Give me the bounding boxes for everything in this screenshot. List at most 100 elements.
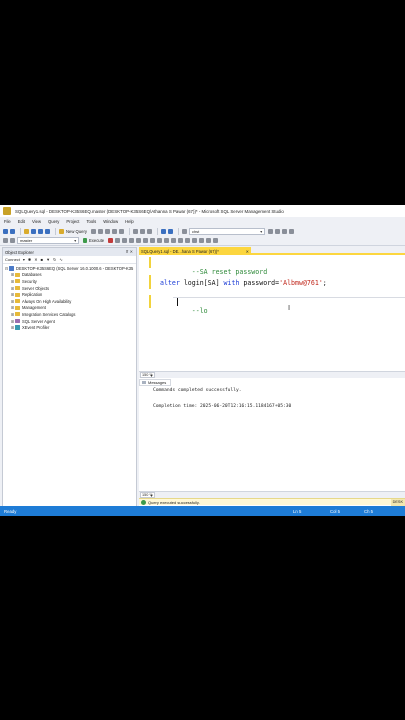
menu-project[interactable]: Project (66, 219, 79, 224)
increase-indent-icon[interactable] (206, 238, 212, 243)
analysis-query-icon[interactable] (97, 228, 103, 234)
tab-messages[interactable]: Messages (139, 379, 171, 386)
tab-sqlquery1[interactable]: SQLQuery1.sql - DE...hana S Pawar (67))*… (139, 247, 251, 255)
save-all-icon[interactable] (45, 228, 50, 234)
menu-window[interactable]: Window (103, 219, 118, 224)
solution-explorer-icon[interactable] (267, 228, 273, 234)
tree-node-management[interactable]: ⊞ Management (3, 305, 136, 312)
filter-icon[interactable]: ▼ (46, 257, 50, 262)
object-explorer-icon[interactable] (281, 228, 287, 234)
agent-icon (15, 318, 20, 324)
folder-icon (15, 286, 20, 291)
intellisense-icon[interactable] (136, 238, 142, 243)
back-icon[interactable] (3, 228, 8, 234)
pin-icon[interactable]: ⊼ ✕ (126, 249, 133, 254)
results-to-text-icon[interactable] (164, 238, 170, 243)
tree-node-server-objects[interactable]: ⊞ Server Objects (3, 285, 136, 292)
tree-node-xevent-profiler[interactable]: ⊞ XEvent Profiler (3, 324, 136, 331)
cancel-query-icon[interactable] (108, 238, 114, 243)
tree-node-always-on[interactable]: ⊞ Always On High Availability (3, 298, 136, 305)
display-plan-icon[interactable] (122, 238, 128, 243)
xmla-query-icon[interactable] (118, 228, 124, 234)
new-project-icon[interactable] (24, 228, 29, 234)
new-query-icon[interactable] (59, 228, 64, 234)
query-status-text: Query executed successfully. (148, 499, 200, 505)
tree-node-server[interactable]: ⊟ DESKTOP-K35S6EQ (SQL Server 16.0.1000.… (3, 265, 136, 272)
change-tracking-margin (149, 257, 152, 371)
new-query-button[interactable]: New Query (66, 229, 87, 234)
menu-view[interactable]: View (32, 219, 41, 224)
refresh-icon[interactable]: ↻ (53, 257, 56, 262)
menu-bar: File Edit View Query Project Tools Windo… (0, 217, 405, 226)
change-marker (149, 295, 151, 308)
connect-dropdown-icon[interactable]: ▾ (23, 257, 25, 262)
results-to-grid-icon[interactable] (171, 238, 177, 243)
standard-toolbar: New Query chst ▼ (0, 226, 405, 236)
properties-icon[interactable] (274, 228, 280, 234)
tree-node-sql-server-agent[interactable]: ⊞ SQL Server Agent (3, 318, 136, 325)
search-combo[interactable]: chst ▼ (188, 227, 265, 235)
current-line-highlight (173, 297, 405, 298)
connect-button[interactable]: Connect (5, 257, 20, 262)
change-marker (149, 275, 151, 289)
tree-node-integration-services[interactable]: ⊞ Integration Services Catalogs (3, 311, 136, 318)
tree-node-label: XEvent Profiler (22, 325, 50, 331)
save-icon[interactable] (38, 228, 43, 234)
undo-icon[interactable] (160, 228, 166, 234)
dax-query-icon[interactable] (111, 228, 117, 234)
disconnect-server-icon[interactable]: ✕ (34, 257, 37, 262)
close-icon[interactable]: ✕ (246, 249, 249, 254)
sql-text: password= (239, 279, 280, 287)
sql-editor-toolbar: master ▼ Execute (0, 236, 405, 246)
open-file-icon[interactable] (31, 228, 36, 234)
folder-icon (15, 305, 20, 310)
ibeam-cursor-icon: I (288, 304, 291, 312)
query-options-icon[interactable] (129, 238, 135, 243)
parse-icon[interactable] (115, 238, 121, 243)
stop-icon[interactable]: ■ (41, 257, 43, 262)
tree-node-replication[interactable]: ⊞ Replication (3, 291, 136, 298)
menu-file[interactable]: File (4, 219, 11, 224)
tree-node-databases[interactable]: ⊞ Databases (3, 272, 136, 279)
database-selector[interactable]: master ▼ (17, 237, 79, 244)
query-editor[interactable]: --SA reset password alter login[SA] with… (139, 257, 405, 371)
toolbox-icon[interactable] (288, 228, 294, 234)
change-connection-icon[interactable] (3, 238, 8, 243)
add-connection-icon[interactable]: ✱ (28, 257, 31, 262)
activity-monitor-icon[interactable]: ∿ (59, 257, 62, 262)
find-icon[interactable] (181, 228, 187, 234)
client-stats-icon[interactable] (157, 238, 163, 243)
uncomment-icon[interactable] (192, 238, 198, 243)
document-area: SQLQuery1.sql - DE...hana S Pawar (67))*… (139, 247, 405, 509)
tree-node-label: SQL Server Agent (22, 318, 55, 324)
specify-values-icon[interactable] (213, 238, 219, 243)
database-engine-query-icon[interactable] (90, 228, 96, 234)
code-line-5: --lo (160, 299, 208, 323)
menu-help[interactable]: Help (125, 219, 134, 224)
redo-icon[interactable] (167, 228, 173, 234)
tree-node-label: Management (22, 305, 46, 311)
copy-icon[interactable] (139, 228, 145, 234)
editor-zoom-selector[interactable]: 150 % ▼ (140, 372, 155, 378)
live-stats-icon[interactable] (150, 238, 156, 243)
messages-icon (142, 380, 146, 385)
include-plan-icon[interactable] (143, 238, 149, 243)
tree-node-security[interactable]: ⊞ Security (3, 278, 136, 285)
paste-icon[interactable] (146, 228, 152, 234)
message-line: Completion time: 2025-06-20T12:16:15.118… (153, 404, 292, 409)
cut-icon[interactable] (132, 228, 138, 234)
menu-edit[interactable]: Edit (18, 219, 25, 224)
results-to-file-icon[interactable] (178, 238, 184, 243)
object-explorer-panel: Object Explorer ⊼ ✕ Connect ▾ ✱ ✕ ■ ▼ ↻ … (2, 247, 137, 507)
decrease-indent-icon[interactable] (199, 238, 205, 243)
forward-icon[interactable] (10, 228, 15, 234)
execute-icon[interactable] (83, 238, 87, 243)
ssms-app-icon (3, 207, 11, 215)
menu-tools[interactable]: Tools (86, 219, 96, 224)
execute-button[interactable]: Execute (89, 238, 104, 243)
status-char: Ch 5 (364, 509, 374, 514)
mdx-query-icon[interactable] (104, 228, 110, 234)
comment-out-icon[interactable] (185, 238, 191, 243)
disconnect-icon[interactable] (10, 238, 15, 243)
menu-query[interactable]: Query (48, 219, 59, 224)
